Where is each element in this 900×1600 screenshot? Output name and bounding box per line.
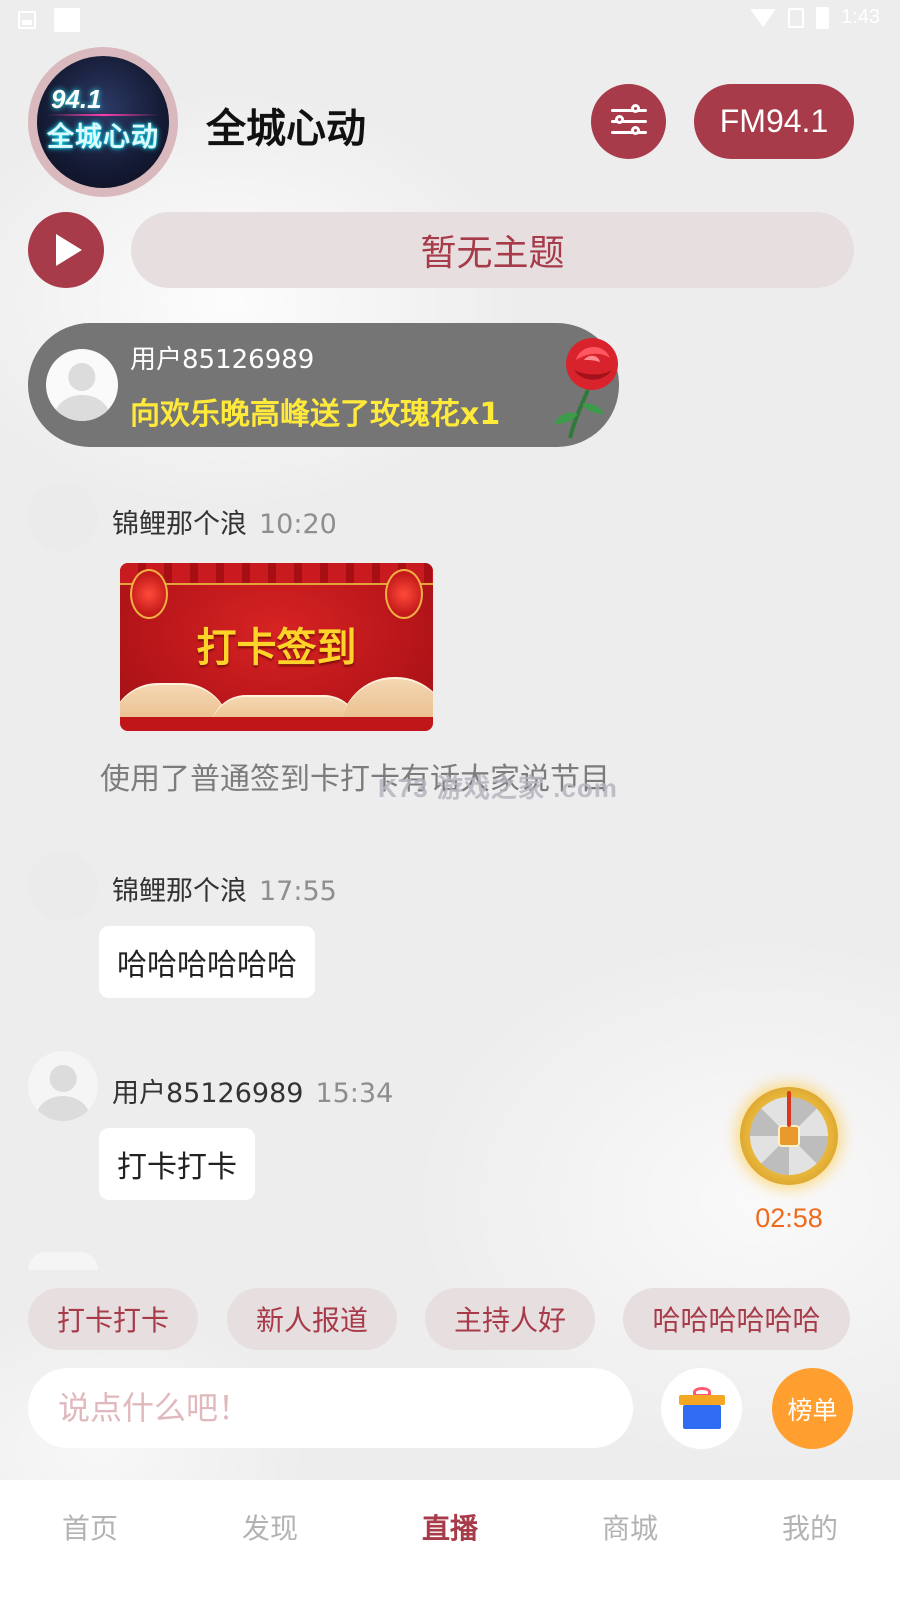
avatar [28, 1252, 98, 1270]
status-bar: 1:43 [0, 0, 900, 40]
avatar[interactable] [28, 482, 98, 552]
nav-item-home[interactable]: 首页 [0, 1480, 180, 1600]
play-icon [56, 234, 82, 266]
wifi-icon [750, 8, 777, 27]
prize-wheel-icon [750, 1091, 828, 1175]
avatar[interactable] [28, 1051, 98, 1121]
message-time: 17:55 [259, 876, 337, 907]
ranking-button[interactable]: 榜单 [772, 1368, 853, 1449]
nav-item-discover[interactable]: 发现 [180, 1480, 360, 1600]
nav-item-me[interactable]: 我的 [720, 1480, 900, 1600]
settings-button[interactable] [591, 84, 666, 159]
message-author: 用户85126989 [112, 1078, 304, 1109]
lucky-wheel-button[interactable] [740, 1087, 838, 1185]
battery-icon [816, 6, 830, 29]
nav-item-mall[interactable]: 商城 [540, 1480, 720, 1600]
quick-reply-chip[interactable]: 主持人好 [425, 1288, 595, 1350]
status-time: 1:43 [841, 6, 880, 28]
checkin-card-text: 打卡签到 [196, 625, 357, 671]
message-time: 15:34 [315, 1078, 394, 1109]
message-bubble: 哈哈哈哈哈哈 [99, 926, 315, 998]
quick-reply-row: 打卡打卡 新人报道 主持人好 哈哈哈哈哈哈 [0, 1288, 900, 1350]
message-header: 锦鲤那个浪 17:55 [112, 869, 337, 908]
logo-text: 全城心动 [47, 122, 159, 153]
image-notification-icon [18, 11, 36, 29]
gift-notification-banner: 用户85126989 向欢乐晚高峰送了玫瑰花x1 [28, 323, 619, 447]
no-sim-icon [788, 7, 805, 28]
logo-number: 94.1 [51, 84, 102, 114]
app-notification-icon [54, 8, 80, 32]
avatar[interactable] [28, 851, 98, 921]
rose-icon [554, 338, 618, 439]
message-author: 锦鲤那个浪 [112, 876, 247, 907]
quick-reply-chip[interactable]: 新人报道 [227, 1288, 397, 1350]
topic-bar: 暂无主题 [131, 212, 854, 288]
gift-button[interactable] [661, 1368, 742, 1449]
bottom-nav: 首页 发现 直播 商城 我的 [0, 1480, 900, 1600]
quick-reply-chip[interactable]: 哈哈哈哈哈哈 [623, 1288, 850, 1350]
message-author: 锦鲤那个浪 [112, 509, 247, 540]
sliders-icon [610, 103, 647, 137]
play-button[interactable] [28, 212, 104, 288]
lucky-wheel-timer: 02:58 [755, 1203, 823, 1233]
gift-message: 向欢乐晚高峰送了玫瑰花x1 [130, 397, 501, 432]
checkin-card-image[interactable]: 打卡签到 [120, 563, 433, 731]
quick-reply-chip[interactable]: 打卡打卡 [28, 1288, 198, 1350]
message-header: 用户85126989 15:34 [112, 1071, 393, 1110]
station-logo[interactable]: 94.1 全城心动 [28, 47, 178, 197]
station-name: 全城心动 [206, 106, 366, 152]
message-header: 锦鲤那个浪 10:20 [112, 502, 337, 541]
avatar [46, 349, 118, 421]
gift-icon [678, 1386, 725, 1429]
message-time: 10:20 [259, 509, 337, 540]
nav-item-live[interactable]: 直播 [360, 1480, 540, 1600]
message-bubble: 打卡打卡 [99, 1128, 255, 1200]
watermark: K73 游戏之家 .com [378, 773, 618, 803]
message-input[interactable] [28, 1368, 633, 1448]
frequency-button[interactable]: FM94.1 [694, 84, 854, 159]
gift-sender-name: 用户85126989 [130, 345, 315, 375]
